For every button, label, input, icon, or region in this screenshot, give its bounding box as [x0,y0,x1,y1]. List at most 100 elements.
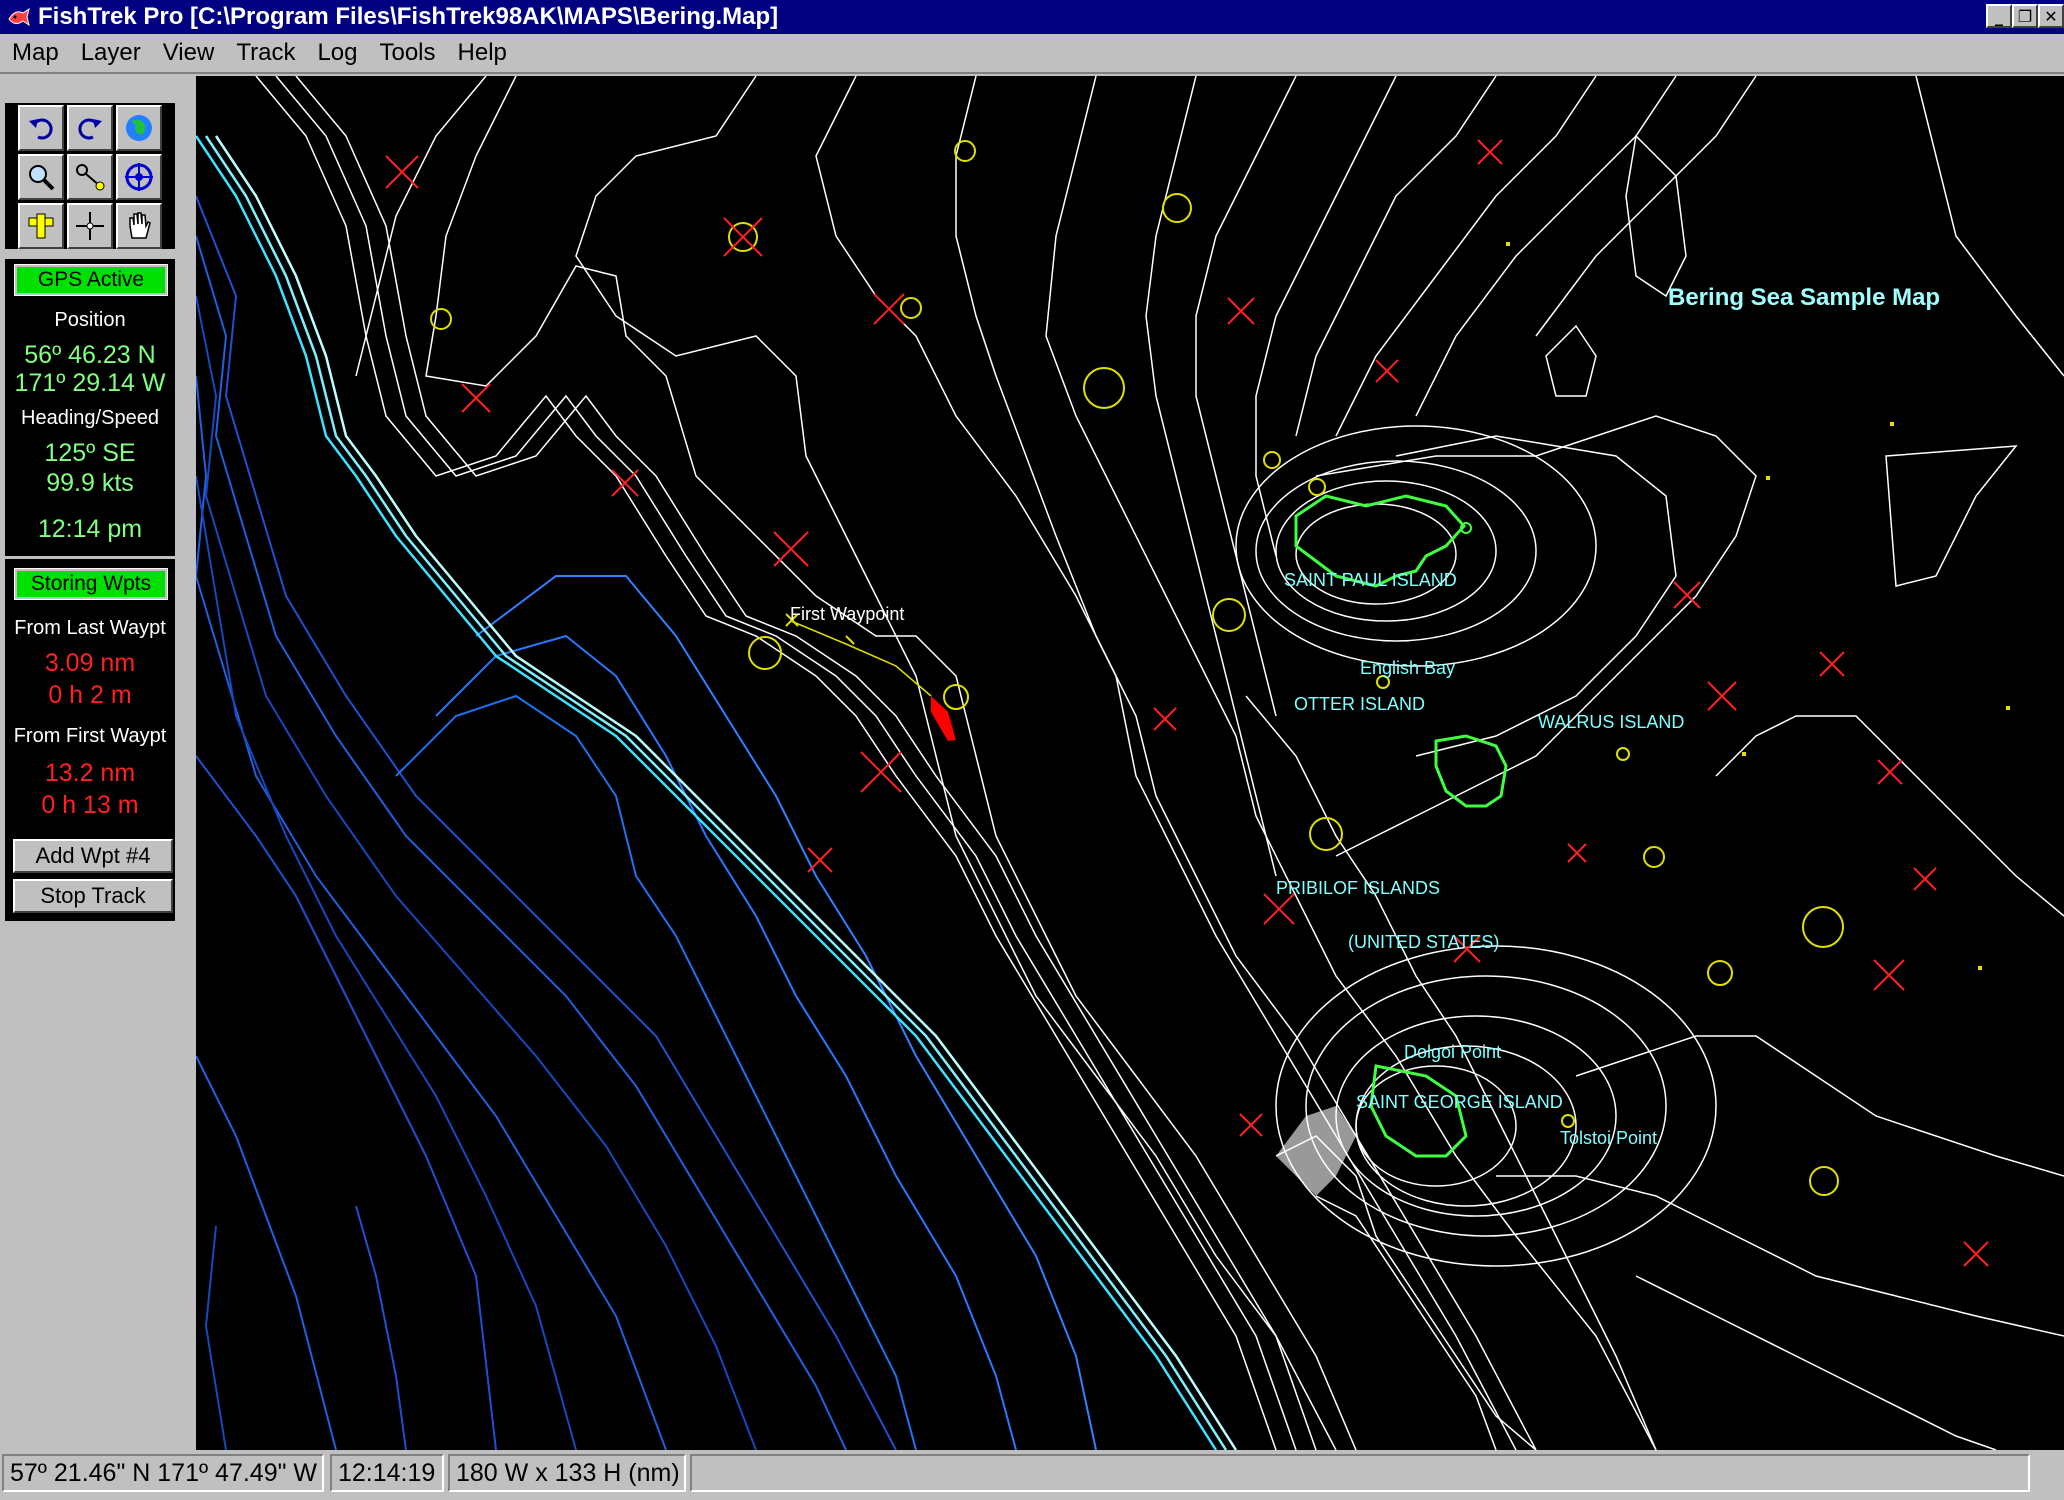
map-marker-x[interactable] [873,293,905,325]
map-marker-circle[interactable] [900,297,922,319]
saint-george-island-label: SAINT GEORGE ISLAND [1356,1092,1563,1112]
map-marker-circle[interactable] [1263,451,1281,469]
map-marker-x[interactable] [1227,297,1255,325]
gps-latitude: 56º 46.23 N [24,341,156,369]
pribilof-islands-label: PRIBILOF ISLANDS [1276,878,1441,898]
position-label: Position [54,309,126,331]
map-marker-x[interactable] [1567,843,1587,863]
gps-heading: 125º SE [44,439,136,467]
center-button[interactable] [116,154,162,200]
dolgoi-point-label: Dolgoi Point [1404,1042,1502,1062]
map-marker-circle[interactable] [1561,1114,1575,1128]
close-button[interactable]: ✕ [2038,4,2064,28]
map-marker-x[interactable] [1963,1241,1989,1267]
map-marker-x[interactable] [1239,1113,1263,1137]
from-first-distance: 13.2 nm [44,759,136,787]
map-marker-x[interactable] [611,469,639,497]
undo-button[interactable] [18,105,64,151]
map-marker-circle[interactable] [1707,960,1733,986]
map-marker-circle[interactable] [943,684,969,710]
center-icon [125,163,153,191]
first-waypoint-label[interactable]: First Waypoint [790,604,904,625]
menu-view[interactable]: View [163,39,215,67]
map-marker-circle[interactable] [1308,478,1326,496]
map-marker-circle[interactable] [1809,1166,1839,1196]
clock-readout: 12:14:19 [330,1454,444,1492]
english-bay-label: English Bay [1360,658,1456,678]
map-marker-x[interactable] [860,751,902,793]
otter-island-label: OTTER ISLAND [1294,694,1426,714]
storing-waypoints-indicator[interactable]: Storing Wpts [14,568,168,600]
map-marker-circle[interactable] [1643,846,1665,868]
map-canvas[interactable]: Bering Sea Sample Map First Waypoint SAI… [196,76,2064,1450]
from-last-distance: 3.09 nm [44,649,136,677]
menu-layer[interactable]: Layer [81,39,141,67]
bathymetry-chart [196,76,2064,1450]
fishtrek-app-icon[interactable] [6,4,32,30]
islands [1276,494,1508,1196]
add-waypoint-button[interactable]: Add Wpt #4 [13,839,173,873]
map-marker-circle[interactable] [1083,367,1125,409]
map-marker-circle[interactable] [1162,193,1192,223]
menu-track[interactable]: Track [236,39,295,67]
menu-bar: Map Layer View Track Log Tools Help [0,34,2064,74]
zoom-icon [29,165,55,191]
globe-icon [126,115,152,141]
restore-button[interactable]: ❐ [2012,4,2038,28]
menu-help[interactable]: Help [458,39,507,67]
map-marker-x[interactable] [461,383,491,413]
gps-status-indicator[interactable]: GPS Active [14,264,168,296]
waypoint-panel: Storing Wpts From Last Waypt 3.09 nm 0 h… [2,556,178,924]
measure-button[interactable] [67,154,113,200]
title-bar: FishTrek Pro [C:\Program Files\FishTrek9… [0,0,2064,34]
menu-log[interactable]: Log [317,39,357,67]
map-marker-x[interactable] [773,531,809,567]
status-message-pane [690,1454,2030,1492]
window-title: FishTrek Pro [C:\Program Files\FishTrek9… [38,3,779,30]
map-marker-x[interactable] [1913,867,1937,891]
measure-icon [76,164,105,191]
map-marker-x[interactable] [807,847,833,873]
cursor-position-readout: 57º 21.46" N 171º 47.49" W [2,1454,324,1492]
tolstoi-point-label: Tolstoi Point [1560,1128,1658,1148]
zoom-button[interactable] [18,154,64,200]
saint-paul-island-label: SAINT PAUL ISLAND [1284,570,1457,590]
map-extent-readout: 180 W x 133 H (nm) [448,1454,686,1492]
crosshair-icon [76,212,104,240]
map-marker-x[interactable] [385,155,419,189]
globe-button[interactable] [116,105,162,151]
from-last-time: 0 h 2 m [48,681,132,709]
ruler-button[interactable] [18,203,64,249]
from-first-time: 0 h 13 m [41,791,139,819]
left-panel: GPS Active Position 56º 46.23 N 171º 29.… [0,100,180,924]
map-marker-circle[interactable] [1212,598,1246,632]
crosshair-button[interactable] [67,203,113,249]
map-marker-circle[interactable] [1309,817,1343,851]
map-marker-x[interactable] [1707,681,1737,711]
map-marker-x[interactable] [1877,759,1903,785]
redo-icon [78,118,102,140]
tool-palette [2,100,178,252]
gps-longitude: 171º 29.14 W [14,369,166,397]
pan-hand-button[interactable] [116,203,162,249]
map-marker-x[interactable] [1153,707,1177,731]
map-marker-x[interactable] [1375,359,1399,383]
map-marker-x[interactable] [1873,959,1905,991]
close-icon: ✕ [2044,6,2058,26]
menu-map[interactable]: Map [12,39,59,67]
yellow-markers [430,140,1844,1196]
gps-time: 12:14 pm [37,515,143,543]
minimize-button[interactable]: _ [1986,4,2012,28]
upper-slope-contours [255,76,2064,1450]
map-marker-x[interactable] [1477,139,1503,165]
redo-button[interactable] [67,105,113,151]
heading-speed-label: Heading/Speed [21,407,159,429]
map-marker-circle[interactable] [430,308,452,330]
stop-track-button[interactable]: Stop Track [13,879,173,913]
map-marker-x[interactable] [1819,651,1845,677]
menu-tools[interactable]: Tools [379,39,435,67]
map-marker-circle[interactable] [1616,747,1630,761]
walrus-island-label: WALRUS ISLAND [1538,712,1685,732]
map-marker-circle[interactable] [1802,906,1844,948]
minimize-icon: _ [1995,6,2003,26]
